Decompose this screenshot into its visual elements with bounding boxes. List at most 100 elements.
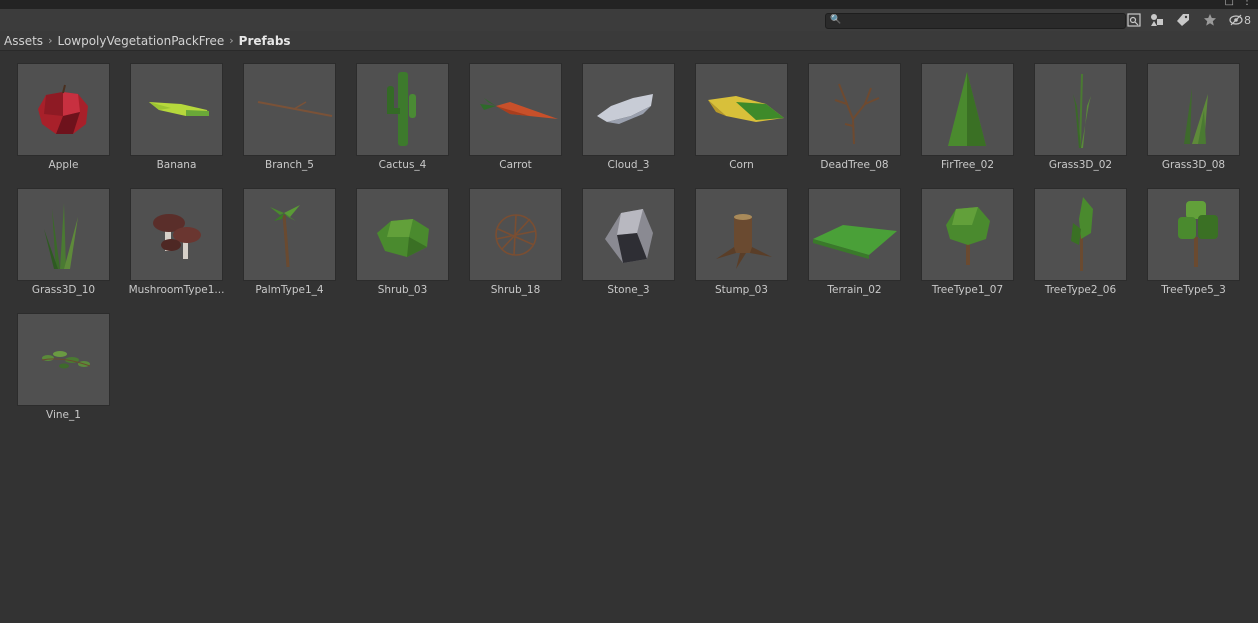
asset-thumbnail (1147, 63, 1240, 156)
chevron-right-icon: › (48, 34, 53, 47)
grass-icon (1073, 74, 1091, 148)
mushroom-icon (153, 214, 201, 259)
asset-tile-tree-2[interactable]: TreeType2_06 (1017, 177, 1129, 297)
tag-icon (1177, 14, 1189, 26)
asset-label: Stone_3 (607, 284, 650, 296)
asset-tile-mushroom[interactable]: MushroomType1... (113, 177, 225, 297)
asset-tile-vine[interactable]: Vine_1 (0, 302, 112, 422)
search-icon: 🔍 (830, 15, 842, 25)
asset-label: MushroomType1... (128, 284, 225, 296)
window-controls: □ ⋮ (1225, 0, 1252, 7)
asset-tile-branch[interactable]: Branch_5 (226, 52, 338, 172)
asset-label: Corn (729, 159, 754, 171)
asset-tile-dead-tree[interactable]: DeadTree_08 (791, 52, 903, 172)
maximize-icon[interactable]: □ (1225, 0, 1234, 7)
asset-thumbnail (243, 188, 336, 281)
asset-thumbnail (921, 188, 1014, 281)
asset-thumbnail (582, 63, 675, 156)
asset-label: Branch_5 (265, 159, 314, 171)
stone-icon (605, 209, 653, 263)
hidden-count-label: 8 (1244, 13, 1251, 27)
asset-tile-corn[interactable]: Corn (678, 52, 790, 172)
asset-label: FirTree_02 (941, 159, 994, 171)
project-toolbar: 🔍 8 (0, 9, 1258, 31)
asset-tile-banana[interactable]: Banana (113, 52, 225, 172)
asset-thumbnail (17, 313, 110, 406)
asset-thumbnail (808, 188, 901, 281)
asset-label: Shrub_03 (377, 284, 428, 296)
breadcrumb-item-assets[interactable]: Assets (4, 34, 43, 48)
asset-label: Grass3D_10 (31, 284, 96, 296)
asset-thumbnail (469, 188, 562, 281)
asset-thumbnail (695, 63, 788, 156)
asset-thumbnail (356, 188, 449, 281)
asset-label: Shrub_18 (490, 284, 541, 296)
favorites-button[interactable] (1199, 11, 1221, 29)
asset-label: Apple (48, 159, 79, 171)
asset-tile-apple[interactable]: Apple (0, 52, 112, 172)
asset-tile-carrot[interactable]: Carrot (452, 52, 564, 172)
asset-label: Vine_1 (46, 409, 81, 421)
asset-tile-palm[interactable]: PalmType1_4 (226, 177, 338, 297)
asset-label: Grass3D_08 (1161, 159, 1226, 171)
asset-thumbnail (469, 63, 562, 156)
asset-tile-stone[interactable]: Stone_3 (565, 177, 677, 297)
asset-tile-grass-10[interactable]: Grass3D_10 (0, 177, 112, 297)
asset-thumbnail (695, 188, 788, 281)
tag-filter-button[interactable] (1172, 11, 1194, 29)
asset-tile-fir-tree[interactable]: FirTree_02 (904, 52, 1016, 172)
stump-icon (716, 214, 772, 269)
asset-tile-stump[interactable]: Stump_03 (678, 177, 790, 297)
asset-thumbnail (921, 63, 1014, 156)
asset-tile-shrub-03[interactable]: Shrub_03 (339, 177, 451, 297)
asset-tile-tree-1[interactable]: TreeType1_07 (904, 177, 1016, 297)
asset-label: Stump_03 (715, 284, 768, 296)
asset-tile-cloud[interactable]: Cloud_3 (565, 52, 677, 172)
grass-icon (1184, 88, 1208, 144)
asset-label: Cactus_4 (378, 159, 427, 171)
grass-icon (44, 203, 78, 269)
hidden-eye-icon (1229, 14, 1243, 26)
asset-label: Carrot (499, 159, 532, 171)
search-by-type-button[interactable] (1123, 11, 1145, 29)
label-filter-button[interactable] (1146, 11, 1168, 29)
asset-thumbnail (17, 63, 110, 156)
asset-tile-shrub-18[interactable]: Shrub_18 (452, 177, 564, 297)
breadcrumb-item-pack[interactable]: LowpolyVegetationPackFree (57, 34, 224, 48)
vine-icon (41, 351, 91, 369)
label-filter-icon (1151, 14, 1163, 26)
shrub-icon (377, 219, 429, 257)
asset-thumbnail (1034, 63, 1127, 156)
breadcrumb: Assets › LowpolyVegetationPackFree › Pre… (0, 31, 1258, 51)
asset-thumbnail (130, 188, 223, 281)
asset-label: PalmType1_4 (255, 284, 324, 296)
hidden-packages-button[interactable]: 8 (1229, 11, 1251, 29)
bushy-tree-icon (1178, 201, 1218, 267)
asset-grid: Apple Banana Branch_5 Cactus_4 Carrot Cl… (0, 52, 1258, 623)
more-options-icon[interactable]: ⋮ (1242, 0, 1252, 7)
window-top-strip: □ ⋮ (0, 0, 1258, 9)
asset-label: TreeType2_06 (1044, 284, 1117, 296)
asset-label: Terrain_02 (827, 284, 882, 296)
chevron-right-icon: › (229, 34, 234, 47)
asset-thumbnail (1147, 188, 1240, 281)
asset-thumbnail (808, 63, 901, 156)
asset-tile-grass-02[interactable]: Grass3D_02 (1017, 52, 1129, 172)
asset-tile-cactus[interactable]: Cactus_4 (339, 52, 451, 172)
asset-tile-terrain[interactable]: Terrain_02 (791, 177, 903, 297)
asset-tile-tree-5[interactable]: TreeType5_3 (1130, 177, 1242, 297)
asset-thumbnail (582, 188, 675, 281)
search-input[interactable]: 🔍 (825, 13, 1126, 29)
tall-tree-icon (1071, 197, 1093, 271)
asset-thumbnail (130, 63, 223, 156)
palm-tree-icon (270, 205, 300, 268)
asset-label: Banana (156, 159, 197, 171)
dry-shrub-icon (495, 214, 537, 256)
breadcrumb-item-current[interactable]: Prefabs (239, 34, 291, 48)
asset-thumbnail (243, 63, 336, 156)
asset-tile-grass-08[interactable]: Grass3D_08 (1130, 52, 1242, 172)
asset-label: Grass3D_02 (1048, 159, 1113, 171)
asset-thumbnail (1034, 188, 1127, 281)
carrot-icon (480, 98, 558, 119)
asset-label: TreeType1_07 (931, 284, 1004, 296)
